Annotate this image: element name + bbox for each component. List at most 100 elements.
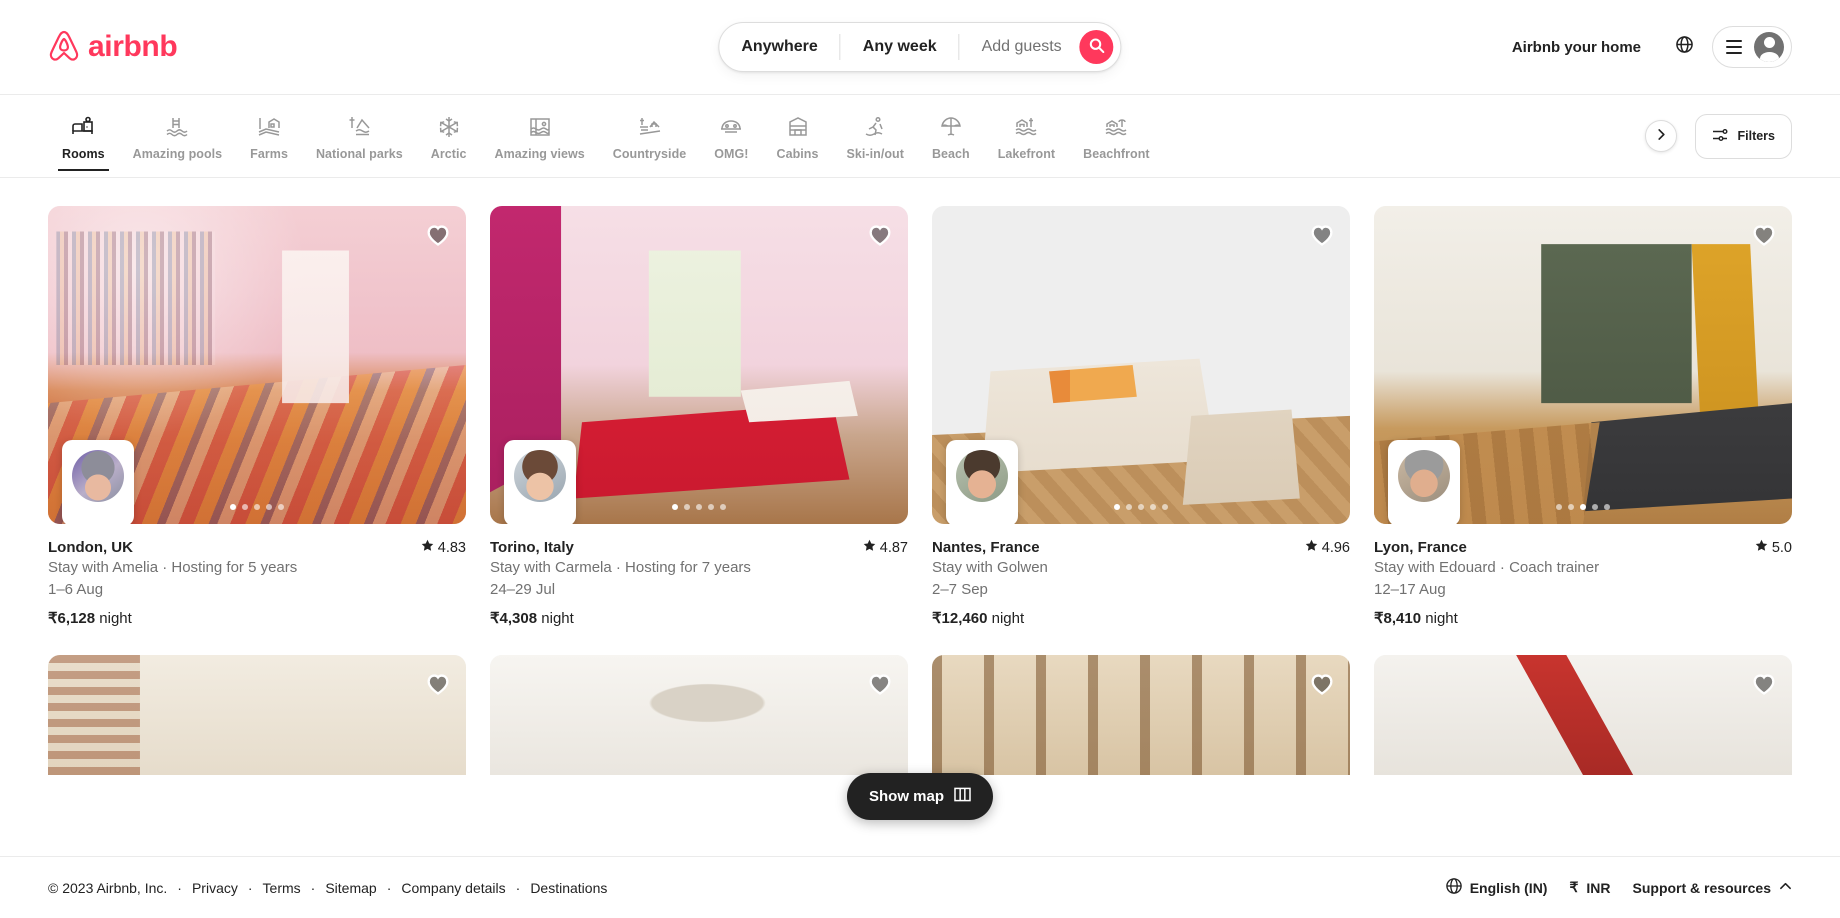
listing-photo[interactable]: [490, 206, 908, 524]
footer-link-sitemap[interactable]: Sitemap: [325, 880, 376, 896]
carousel-dot[interactable]: [1126, 504, 1132, 510]
save-to-wishlist-button[interactable]: [866, 220, 894, 248]
price-amount: ₹6,128: [48, 610, 96, 627]
save-to-wishlist-button[interactable]: [866, 669, 894, 697]
carousel-dot[interactable]: [720, 504, 726, 510]
category-lakefront[interactable]: Lakefront: [984, 105, 1069, 177]
categories-next-button[interactable]: [1645, 120, 1678, 152]
user-menu-button[interactable]: [1712, 26, 1792, 68]
host-avatar-card: [946, 440, 1018, 524]
currency-selector[interactable]: ₹ INR: [1569, 879, 1610, 896]
listing-photo[interactable]: [932, 655, 1350, 775]
save-to-wishlist-button[interactable]: [1308, 220, 1336, 248]
category-farms[interactable]: Farms: [236, 105, 302, 177]
category-amazing-pools[interactable]: Amazing pools: [119, 105, 237, 177]
save-to-wishlist-button[interactable]: [1750, 669, 1778, 697]
carousel-dot[interactable]: [1604, 504, 1610, 510]
category-label: National parks: [315, 147, 403, 161]
save-to-wishlist-button[interactable]: [424, 220, 452, 248]
carousel-dot[interactable]: [1114, 504, 1120, 510]
listing-card[interactable]: Lyon, France 5.0 Stay with Edouard · Coa…: [1374, 206, 1792, 627]
language-selector[interactable]: English (IN): [1445, 878, 1547, 897]
carousel-dot[interactable]: [1568, 504, 1574, 510]
carousel-dot[interactable]: [278, 504, 284, 510]
save-to-wishlist-button[interactable]: [1308, 669, 1336, 697]
category-beach[interactable]: Beach: [918, 105, 984, 177]
category-ski-in-out[interactable]: Ski-in/out: [833, 105, 918, 177]
save-to-wishlist-button[interactable]: [424, 669, 452, 697]
carousel-dot[interactable]: [1150, 504, 1156, 510]
carousel-dot[interactable]: [1592, 504, 1598, 510]
listing-card[interactable]: London, UK 4.83 Stay with Amelia · Hosti…: [48, 206, 466, 627]
save-to-wishlist-button[interactable]: [1750, 220, 1778, 248]
support-resources-button[interactable]: Support & resources: [1633, 880, 1792, 896]
search-guests[interactable]: Add guests: [960, 23, 1080, 71]
globe-icon: [1445, 878, 1462, 897]
footer-link-company-details[interactable]: Company details: [401, 880, 505, 896]
carousel-dot[interactable]: [1580, 504, 1586, 510]
photo-carousel-dots[interactable]: [230, 504, 284, 510]
category-arctic[interactable]: Arctic: [417, 105, 481, 177]
footer-link-destinations[interactable]: Destinations: [530, 880, 607, 896]
photo-carousel-dots[interactable]: [1114, 504, 1168, 510]
search-when[interactable]: Any week: [841, 23, 959, 71]
listing-photo[interactable]: [48, 206, 466, 524]
category-amazing-views[interactable]: Amazing views: [481, 105, 599, 177]
carousel-dot[interactable]: [266, 504, 272, 510]
listing-city: Lyon, France: [1374, 539, 1467, 556]
carousel-dot[interactable]: [708, 504, 714, 510]
listing-photo[interactable]: [932, 206, 1350, 524]
listing-photo[interactable]: [1374, 655, 1792, 775]
carousel-dot[interactable]: [696, 504, 702, 510]
airbnb-your-home-link[interactable]: Airbnb your home: [1497, 27, 1656, 68]
filters-button[interactable]: Filters: [1695, 113, 1792, 159]
language-globe-button[interactable]: [1664, 27, 1704, 67]
carousel-dot[interactable]: [1162, 504, 1168, 510]
view-frame-icon: [528, 115, 552, 139]
footer-link-terms[interactable]: Terms: [263, 880, 301, 896]
airbnb-logo[interactable]: airbnb: [48, 30, 178, 64]
carousel-dot[interactable]: [230, 504, 236, 510]
search-submit-button[interactable]: [1079, 30, 1114, 64]
carousel-dot[interactable]: [1138, 504, 1144, 510]
search-icon: [1089, 38, 1105, 56]
listing-dates: 2–7 Sep: [932, 581, 988, 598]
ski-icon: [863, 115, 887, 139]
search-bar[interactable]: Anywhere Any week Add guests: [718, 22, 1122, 72]
category-beachfront[interactable]: Beachfront: [1069, 105, 1163, 177]
listing-card[interactable]: Nantes, France 4.96 Stay with Golwen 2–7…: [932, 206, 1350, 627]
listing-rating: 4.96: [1305, 539, 1350, 556]
listing-photo[interactable]: [48, 655, 466, 775]
category-cabins[interactable]: Cabins: [763, 105, 833, 177]
show-map-button[interactable]: Show map: [846, 773, 994, 820]
cabin-icon: [786, 115, 810, 139]
listing-card[interactable]: Torino, Italy 4.87 Stay with Carmela · H…: [490, 206, 908, 627]
price-unit: night: [541, 610, 574, 627]
price-amount: ₹12,460: [932, 610, 988, 627]
photo-carousel-dots[interactable]: [672, 504, 726, 510]
snowflake-icon: [437, 115, 461, 139]
category-rooms[interactable]: Rooms: [48, 105, 119, 177]
search-where[interactable]: Anywhere: [719, 23, 839, 71]
carousel-dot[interactable]: [1556, 504, 1562, 510]
price-unit: night: [99, 610, 132, 627]
photo-detail-lamp: [490, 655, 908, 775]
separator: ·: [310, 879, 316, 896]
category-omg[interactable]: OMG!: [700, 105, 762, 177]
category-countryside[interactable]: Countryside: [599, 105, 700, 177]
bed-icon: [71, 115, 95, 139]
category-label: Arctic: [430, 147, 467, 161]
listings-section: London, UK 4.83 Stay with Amelia · Hosti…: [0, 178, 1840, 838]
carousel-dot[interactable]: [672, 504, 678, 510]
price-amount: ₹4,308: [490, 610, 538, 627]
footer-link-privacy[interactable]: Privacy: [192, 880, 238, 896]
category-national-parks[interactable]: National parks: [302, 105, 417, 177]
carousel-dot[interactable]: [242, 504, 248, 510]
photo-carousel-dots[interactable]: [1556, 504, 1610, 510]
category-label: Farms: [250, 147, 288, 161]
price-unit: night: [1425, 610, 1458, 627]
listing-photo[interactable]: [1374, 206, 1792, 524]
carousel-dot[interactable]: [254, 504, 260, 510]
carousel-dot[interactable]: [684, 504, 690, 510]
listing-photo[interactable]: [490, 655, 908, 775]
